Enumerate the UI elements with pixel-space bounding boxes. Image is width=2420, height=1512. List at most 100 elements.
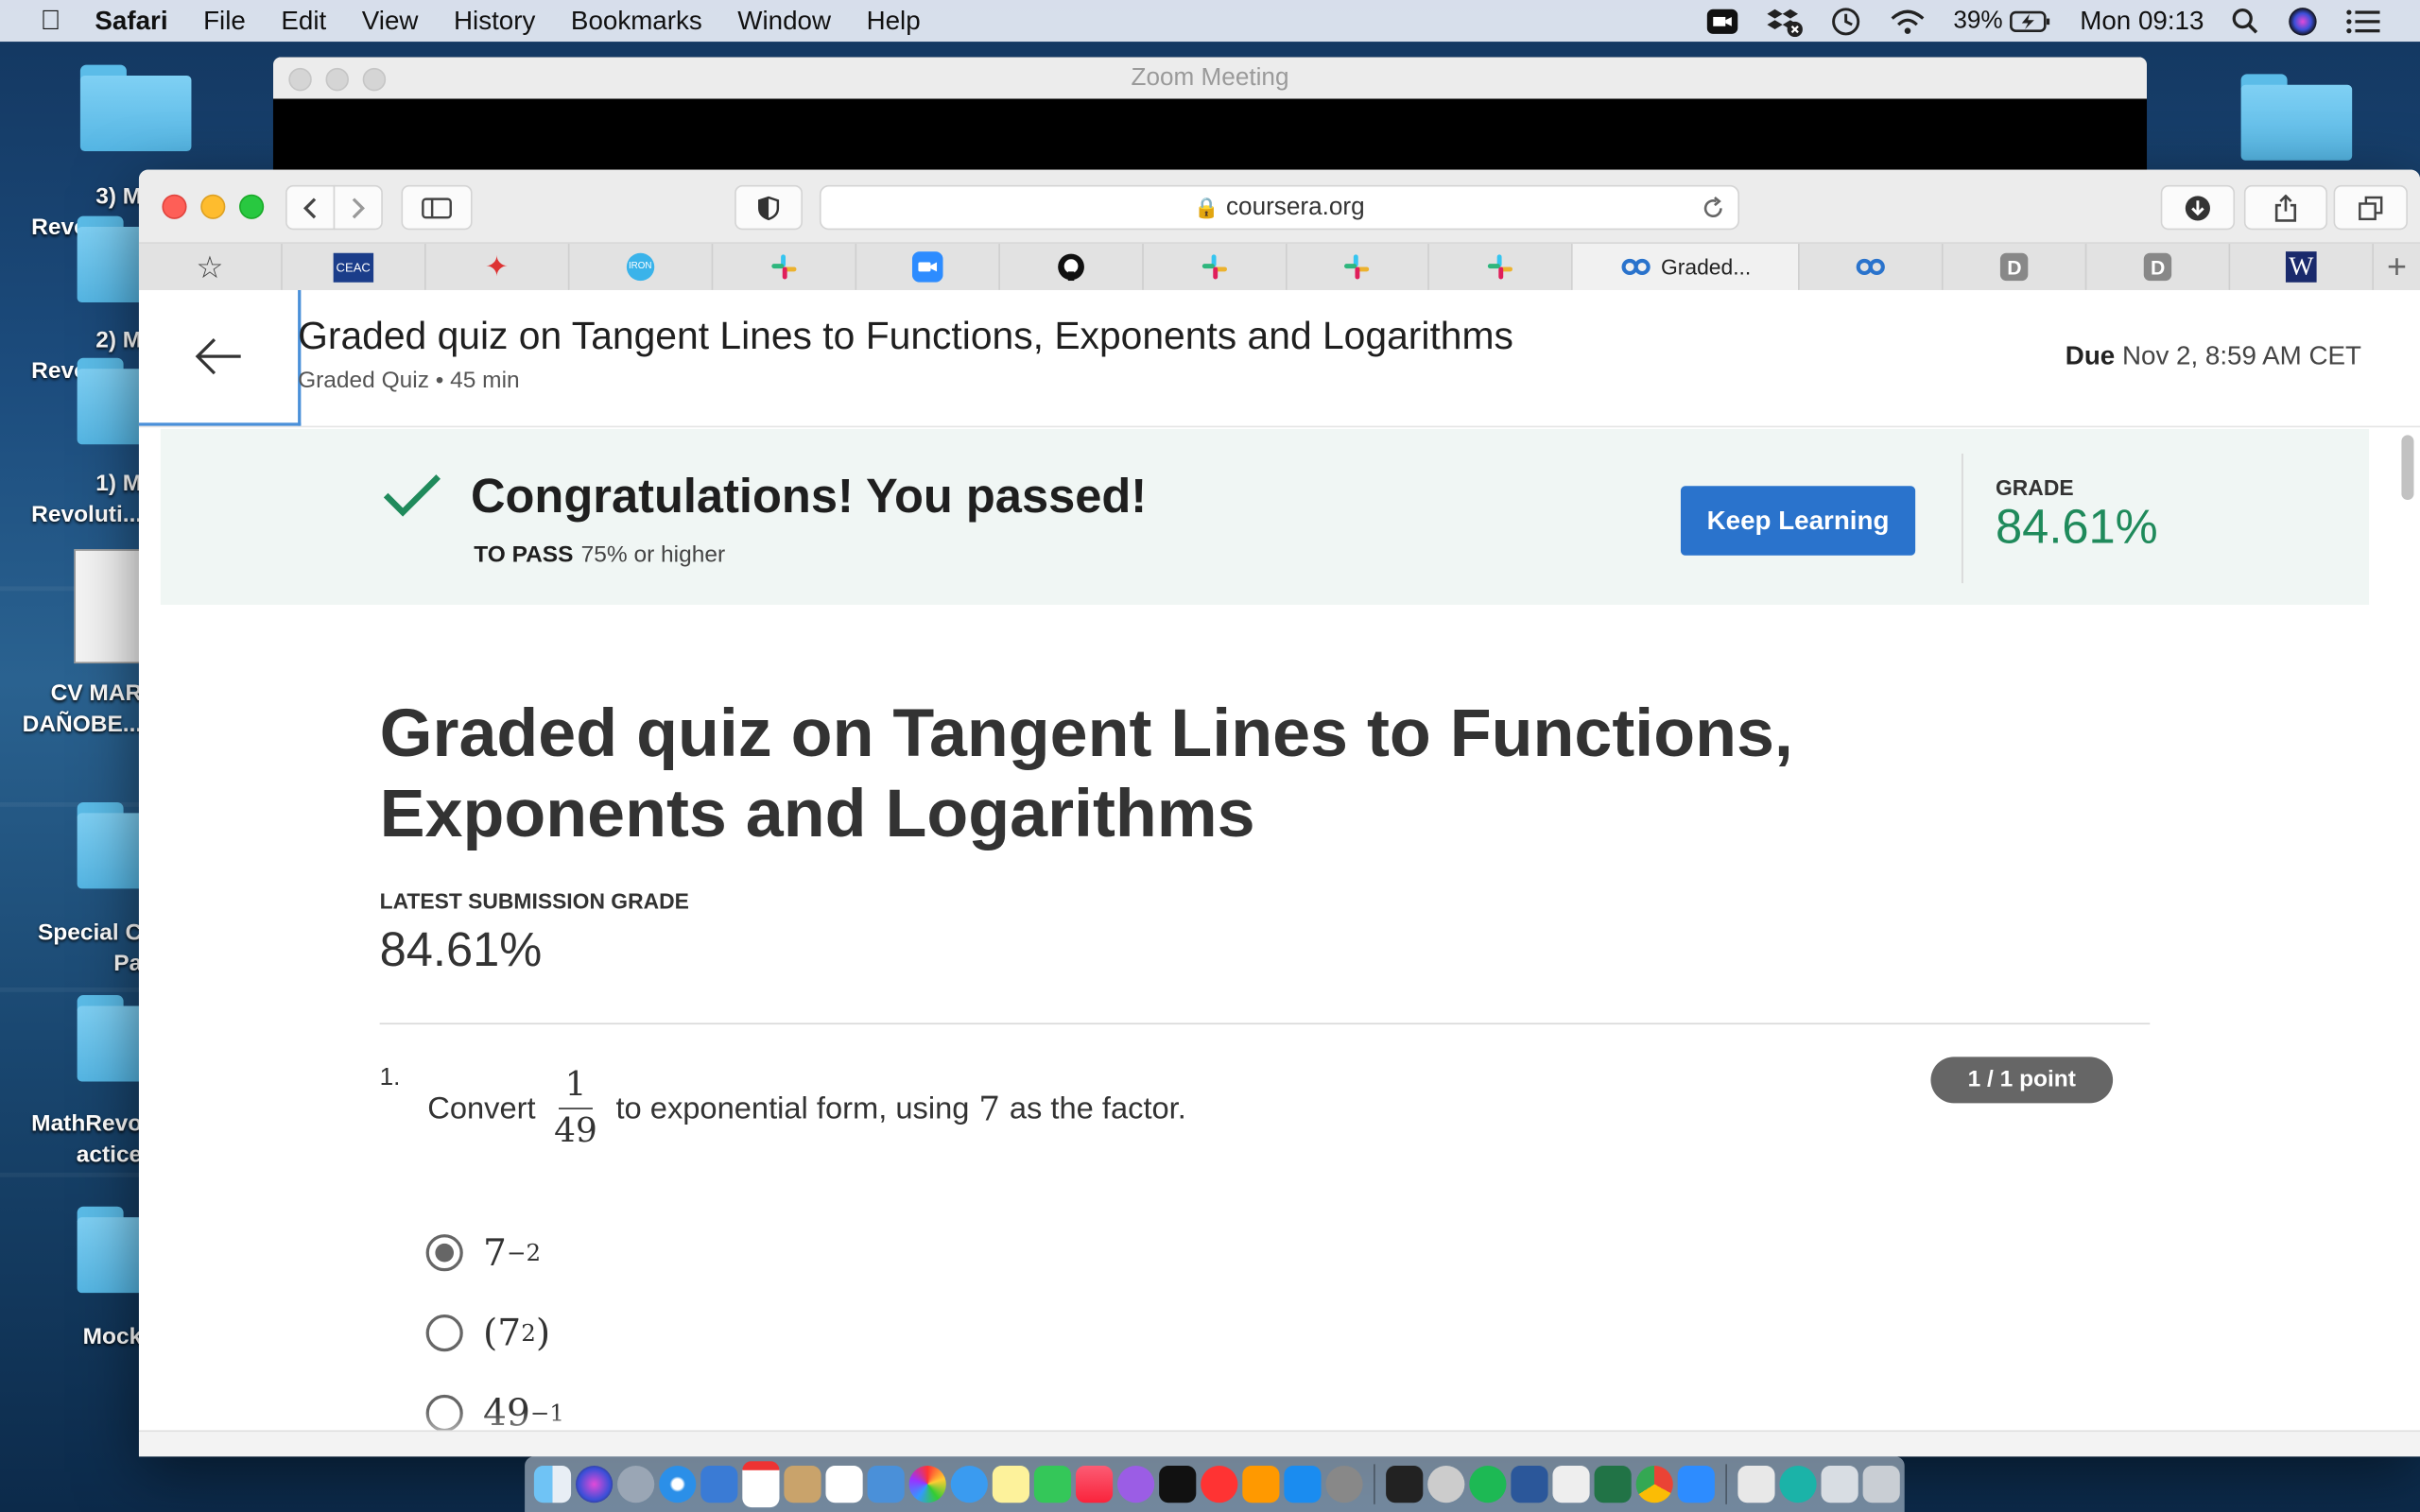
zoom-icon[interactable] (1677, 1466, 1715, 1503)
apple-menu-icon[interactable]:  (40, 5, 60, 37)
favorite-ironhack[interactable]: IRON (569, 243, 713, 290)
share-button[interactable] (2243, 184, 2328, 231)
answer-option[interactable]: 7 −2 (425, 1231, 541, 1275)
tab-overview-button[interactable] (2333, 184, 2408, 231)
safari-icon[interactable] (659, 1466, 697, 1503)
keep-learning-button[interactable]: Keep Learning (1680, 486, 1916, 556)
books-icon[interactable] (1242, 1466, 1280, 1503)
photos-icon[interactable] (908, 1466, 946, 1503)
messages-icon[interactable] (950, 1466, 988, 1503)
favorite-slack[interactable] (1430, 243, 1574, 290)
scrollbar[interactable] (2401, 435, 2414, 500)
maps-icon[interactable] (867, 1466, 905, 1503)
desktop-folder[interactable] (59, 64, 213, 151)
favorite-slack[interactable] (1287, 243, 1430, 290)
back-to-course-button[interactable] (138, 289, 302, 426)
favorite-bird[interactable]: ✦ (425, 243, 570, 290)
siri-icon[interactable] (575, 1466, 614, 1503)
reminders-icon[interactable] (825, 1466, 863, 1503)
time-machine-icon[interactable] (1830, 6, 1861, 37)
desktop-icon-label[interactable]: 1) M Revoluti... (0, 469, 142, 530)
menu-file[interactable]: File (203, 6, 246, 37)
desktop-icon-label[interactable]: Special C Pa (0, 918, 142, 979)
notes-icon[interactable] (992, 1466, 1029, 1503)
add-favorite-button[interactable]: + (2374, 244, 2420, 290)
chrome-icon[interactable] (1635, 1466, 1673, 1503)
zoom-button[interactable] (239, 194, 265, 219)
option-close: ) (535, 1311, 551, 1355)
desktop-icon-label[interactable]: CV MAR DAÑOBE... (0, 679, 143, 740)
favorite-star[interactable]: ☆ (139, 243, 283, 290)
spotify-icon[interactable] (1469, 1466, 1507, 1503)
sidebar-toggle-button[interactable] (401, 184, 473, 231)
favorite-slack[interactable] (1143, 243, 1287, 290)
menu-bookmarks[interactable]: Bookmarks (571, 6, 702, 37)
reload-icon[interactable] (1701, 187, 1725, 229)
system-preferences-icon[interactable] (1325, 1466, 1363, 1503)
favorite-d[interactable]: D (1944, 243, 2087, 290)
arrow-left-icon (194, 338, 240, 375)
preview-icon[interactable] (700, 1466, 738, 1503)
radio-unselected[interactable] (425, 1314, 463, 1352)
music-icon[interactable] (1075, 1466, 1114, 1503)
downloads-button[interactable] (2160, 184, 2236, 231)
menu-history[interactable]: History (454, 6, 535, 37)
contacts-icon[interactable] (784, 1466, 821, 1503)
forward-button[interactable] (333, 184, 383, 231)
battery-charging-icon[interactable] (2009, 9, 2052, 33)
podcasts-icon[interactable] (1117, 1466, 1155, 1503)
menu-help[interactable]: Help (867, 6, 921, 37)
radio-selected[interactable] (425, 1234, 463, 1272)
favorite-slack[interactable] (713, 243, 856, 290)
privacy-shield-button[interactable] (735, 184, 803, 231)
menu-edit[interactable]: Edit (281, 6, 326, 37)
screenshot-stack-icon[interactable] (1821, 1466, 1858, 1503)
zoom-title-bar[interactable]: Zoom Meeting (272, 57, 2148, 99)
desktop-icon-label[interactable]: MathRevo actice (0, 1109, 142, 1171)
trash-icon[interactable] (1862, 1466, 1900, 1503)
favorite-d[interactable]: D (2087, 243, 2231, 290)
disk-utility-icon[interactable] (1427, 1466, 1465, 1503)
spotlight-search-icon[interactable] (2232, 7, 2259, 34)
folder-icon[interactable] (2240, 74, 2353, 161)
launchpad-icon[interactable] (617, 1466, 655, 1503)
app-icon[interactable] (1779, 1466, 1817, 1503)
close-button[interactable] (162, 194, 187, 219)
tv-icon[interactable] (1159, 1466, 1197, 1503)
textedit-icon[interactable] (1552, 1466, 1590, 1503)
zoom-window-controls[interactable] (288, 67, 387, 92)
safari-window: 🔒 coursera.org ☆ CEAC ✦ IRON Graded... D… (138, 169, 2420, 1457)
dropbox-icon[interactable] (1765, 6, 1803, 37)
siri-icon[interactable] (2288, 6, 2319, 37)
answer-option[interactable]: (7 2) (425, 1311, 551, 1355)
app-store-icon[interactable] (1284, 1466, 1322, 1503)
document-thumbnail-icon[interactable] (74, 549, 143, 664)
zoom-meeting-window[interactable]: Zoom Meeting (272, 57, 2148, 173)
documents-stack-icon[interactable] (1737, 1466, 1775, 1503)
desktop-icon-label[interactable]: Mock (0, 1322, 143, 1353)
menu-view[interactable]: View (362, 6, 419, 37)
minimize-button[interactable] (200, 194, 226, 219)
menu-window[interactable]: Window (737, 6, 831, 37)
favorite-ceac[interactable]: CEAC (283, 243, 426, 290)
zoom-status-icon[interactable] (1706, 7, 1737, 34)
favorite-coursera-graded[interactable]: Graded... (1573, 243, 1801, 290)
calendar-icon[interactable] (742, 1461, 780, 1508)
excel-icon[interactable] (1594, 1466, 1632, 1503)
news-icon[interactable] (1201, 1466, 1238, 1503)
favorite-zoom[interactable] (856, 243, 1000, 290)
back-button[interactable] (285, 184, 336, 231)
favorite-github[interactable] (999, 243, 1144, 290)
clock[interactable]: Mon 09:13 (2080, 6, 2204, 37)
menu-app-name[interactable]: Safari (95, 6, 167, 37)
finder-icon[interactable] (533, 1466, 572, 1503)
battery-percent[interactable]: 39% (1953, 7, 2002, 34)
word-icon[interactable] (1511, 1466, 1548, 1503)
favorite-coursera[interactable] (1800, 243, 1944, 290)
facetime-icon[interactable] (1033, 1466, 1072, 1503)
address-bar[interactable]: 🔒 coursera.org (819, 184, 1739, 231)
notification-center-icon[interactable] (2346, 9, 2380, 33)
favorite-w[interactable]: W (2230, 243, 2375, 290)
wifi-icon[interactable] (1889, 7, 1926, 34)
terminal-icon[interactable] (1386, 1466, 1424, 1503)
